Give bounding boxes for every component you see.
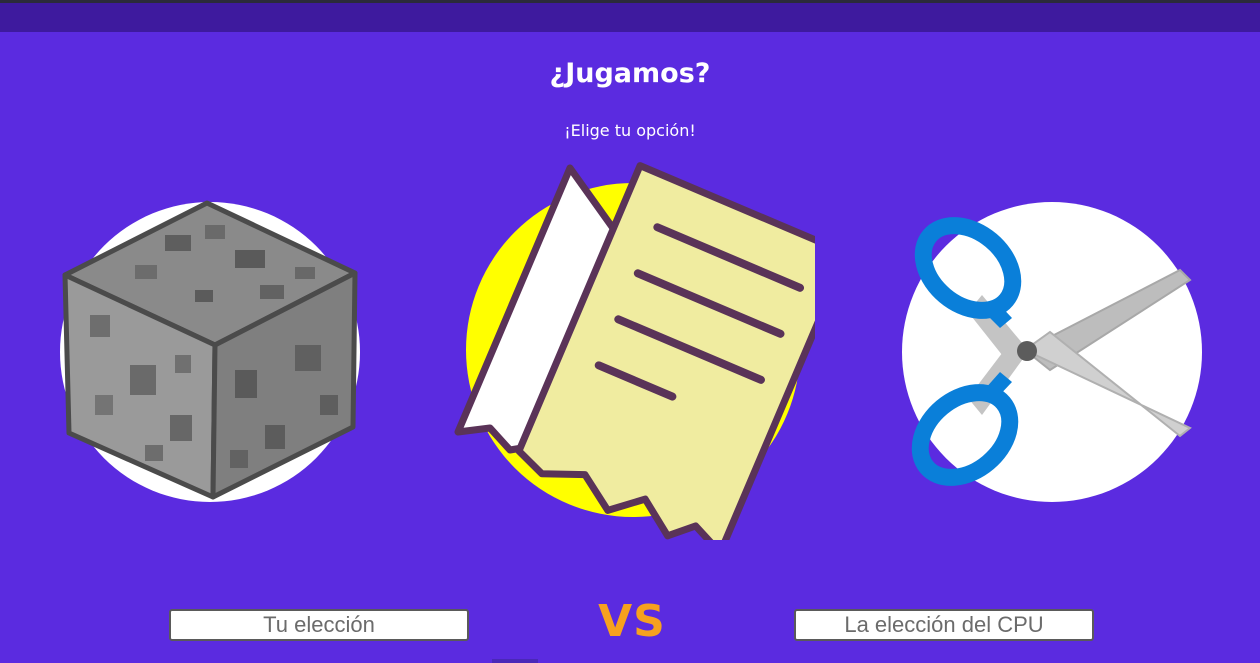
bottom-edge-tab: [492, 659, 538, 663]
paper-choice-button[interactable]: [450, 160, 815, 540]
stone-block-icon: [60, 200, 360, 502]
paper-sheet-icon: [454, 162, 815, 540]
rock-choice-button[interactable]: [55, 195, 365, 507]
page-title: ¿Jugamos?: [549, 58, 711, 89]
top-bar: [0, 3, 1260, 32]
cpu-choice-display: La elección del CPU: [794, 609, 1094, 641]
player-choice-display: Tu elección: [169, 609, 469, 641]
page-subtitle: ¡Elige tu opción!: [564, 121, 696, 140]
scissors-choice-button[interactable]: [900, 200, 1205, 505]
scissors-icon: [902, 202, 1202, 502]
versus-label: VS: [598, 596, 666, 647]
